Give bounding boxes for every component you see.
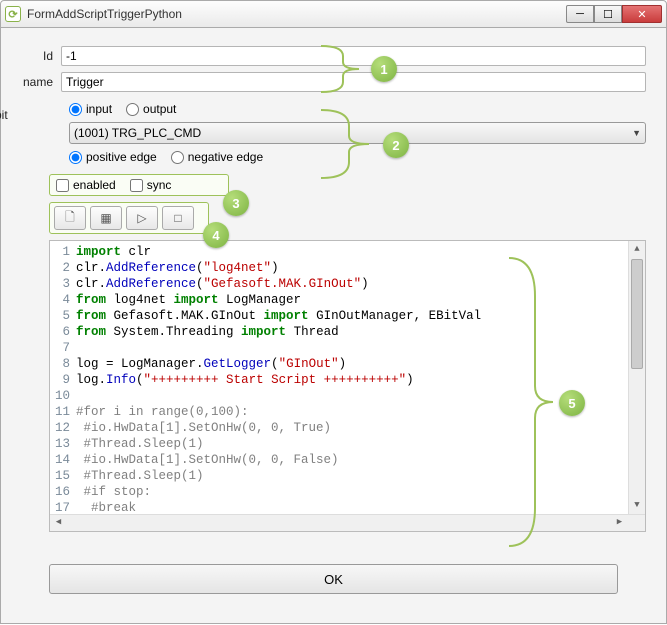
scroll-right-icon[interactable]: ▶ [611, 515, 628, 531]
scroll-up-icon[interactable]: ▲ [629, 241, 645, 258]
ok-button[interactable]: OK [49, 564, 618, 594]
debug-button[interactable]: ▦ [90, 206, 122, 230]
radio-output[interactable]: output [126, 102, 176, 116]
radio-input[interactable]: input [69, 102, 112, 116]
maximize-button[interactable]: ☐ [594, 5, 622, 23]
sync-checkbox[interactable]: sync [130, 178, 172, 192]
horizontal-scrollbar[interactable]: ◀ ▶ [50, 514, 645, 531]
name-input[interactable] [61, 72, 646, 92]
new-script-button[interactable]: 🗋 [54, 206, 86, 230]
close-button[interactable]: ✕ [622, 5, 662, 23]
title-bar: ⟳ FormAddScriptTriggerPython ─ ☐ ✕ [0, 0, 667, 28]
vertical-scrollbar[interactable]: ▲ ▼ [628, 241, 645, 514]
code-editor[interactable]: 1 2 3 4 5 6 7 8 9 10 11 12 13 14 15 16 1… [49, 240, 646, 532]
app-icon: ⟳ [5, 6, 21, 22]
scroll-thumb[interactable] [631, 259, 643, 369]
id-label: Id [21, 49, 61, 63]
scroll-left-icon[interactable]: ◀ [50, 515, 67, 531]
document-icon: 🗋 [65, 208, 75, 229]
enabled-checkbox[interactable]: enabled [56, 178, 116, 192]
chevron-down-icon: ▼ [632, 128, 641, 138]
bit-label: bit [0, 108, 8, 122]
play-icon: ▷ [137, 211, 146, 225]
id-input[interactable] [61, 46, 646, 66]
radio-negative-edge[interactable]: negative edge [171, 150, 263, 164]
name-label: name [21, 75, 61, 89]
code-content[interactable]: import clr clr.AddReference("log4net") c… [74, 241, 645, 531]
stop-button[interactable]: □ [162, 206, 194, 230]
bit-selected-value: (1001) TRG_PLC_CMD [74, 126, 201, 140]
grid-icon: ▦ [100, 211, 111, 225]
line-gutter: 1 2 3 4 5 6 7 8 9 10 11 12 13 14 15 16 1… [50, 241, 74, 531]
bit-select[interactable]: (1001) TRG_PLC_CMD ▼ [69, 122, 646, 144]
stop-icon: □ [174, 211, 181, 225]
window-title: FormAddScriptTriggerPython [27, 7, 566, 21]
minimize-button[interactable]: ─ [566, 5, 594, 23]
radio-positive-edge[interactable]: positive edge [69, 150, 157, 164]
scroll-down-icon[interactable]: ▼ [629, 497, 645, 514]
run-button[interactable]: ▷ [126, 206, 158, 230]
